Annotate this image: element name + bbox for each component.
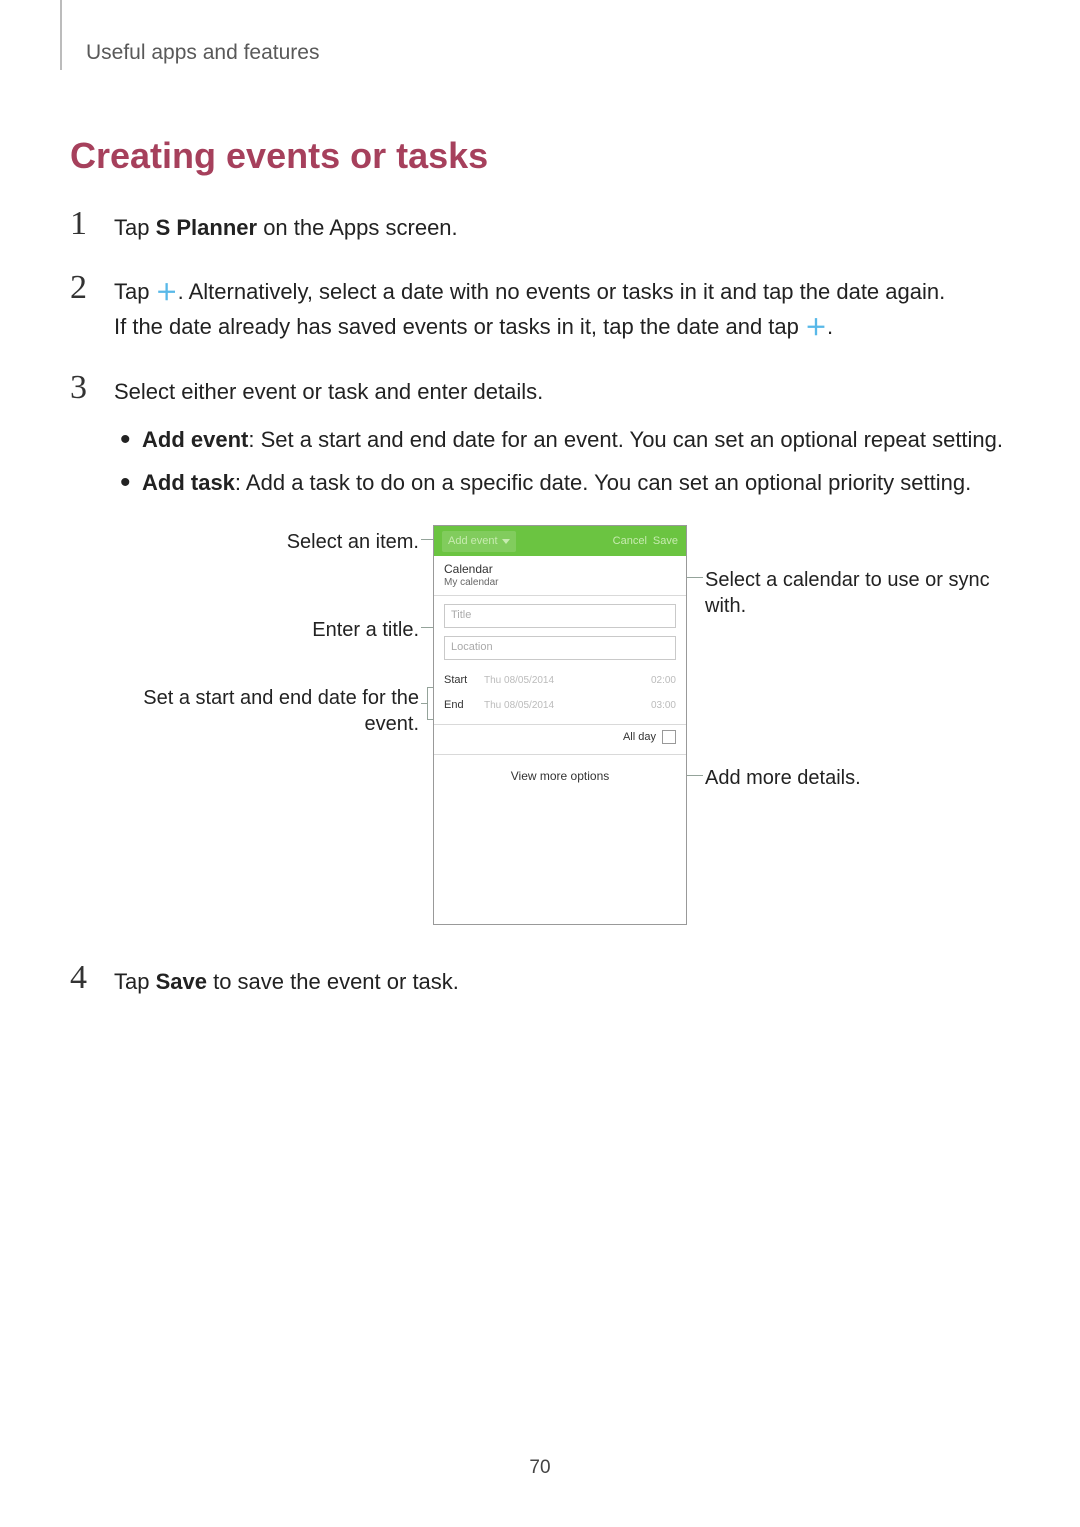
step-text: If the date already has saved events or … <box>114 314 805 339</box>
add-event-label: Add event <box>448 533 498 550</box>
bullet-item: Add event: Set a start and end date for … <box>114 423 1004 456</box>
callout-select-calendar: Select a calendar to use or sync with. <box>705 567 1025 619</box>
date-section: Start Thu 08/05/2014 02:00 End Thu 08/05… <box>434 668 686 725</box>
step-number: 1 <box>70 207 114 241</box>
step-item: 1 Tap S Planner on the Apps screen. <box>70 211 1004 245</box>
calendar-label: Calendar <box>444 562 676 576</box>
page-side-rule <box>60 0 62 70</box>
chevron-down-icon <box>502 539 510 544</box>
location-placeholder: Location <box>451 639 493 656</box>
leader-line <box>421 627 433 628</box>
all-day-row[interactable]: All day <box>434 725 686 755</box>
step-text: Tap <box>114 279 156 304</box>
title-input[interactable]: Title <box>444 604 676 628</box>
step-number: 4 <box>70 961 114 995</box>
start-time: 02:00 <box>651 673 676 689</box>
add-event-dropdown[interactable]: Add event <box>442 531 516 552</box>
bullet-text: : Add a task to do on a specific date. Y… <box>235 470 971 495</box>
end-row[interactable]: End Thu 08/05/2014 03:00 <box>434 693 686 718</box>
step-body: Tap S Planner on the Apps screen. <box>114 211 1004 245</box>
callout-start-end: Set a start and end date for the event. <box>109 685 419 737</box>
step-text: on the Apps screen. <box>257 215 458 240</box>
step-text: . Alternatively, select a date with no e… <box>178 279 946 304</box>
title-placeholder: Title <box>451 607 471 624</box>
phone-header: Add event Cancel Save <box>434 526 686 556</box>
start-label: Start <box>444 672 484 689</box>
bullet-bold: Add event <box>142 427 248 452</box>
step-text: to save the event or task. <box>207 969 459 994</box>
all-day-label: All day <box>623 729 656 746</box>
end-label: End <box>444 697 484 714</box>
step-item: 3 Select either event or task and enter … <box>70 375 1004 935</box>
start-date: Thu 08/05/2014 <box>484 673 651 689</box>
leader-line <box>421 703 427 704</box>
end-time: 03:00 <box>651 698 676 714</box>
location-input[interactable]: Location <box>444 636 676 660</box>
step-text: Select either event or task and enter de… <box>114 379 543 404</box>
section-heading: Creating events or tasks <box>70 135 1004 177</box>
callout-add-more: Add more details. <box>705 765 965 791</box>
all-day-checkbox[interactable] <box>662 730 676 744</box>
step-number: 3 <box>70 371 114 405</box>
bullet-text: : Set a start and end date for an event.… <box>248 427 1003 452</box>
bullet-bold: Add task <box>142 470 235 495</box>
plus-icon: ＋ <box>156 276 178 310</box>
step-bold: S Planner <box>156 215 257 240</box>
breadcrumb: Useful apps and features <box>86 41 1004 65</box>
step-bold: Save <box>156 969 207 994</box>
step-item: 4 Tap Save to save the event or task. <box>70 965 1004 999</box>
bullet-list: Add event: Set a start and end date for … <box>114 423 1004 499</box>
step-item: 2 Tap ＋. Alternatively, select a date wi… <box>70 275 1004 345</box>
plus-icon: ＋ <box>805 311 827 345</box>
callout-enter-title: Enter a title. <box>149 617 419 643</box>
diagram: Select an item. Enter a title. Set a sta… <box>169 525 949 935</box>
steps-list: 1 Tap S Planner on the Apps screen. 2 Ta… <box>70 211 1004 999</box>
step-number: 2 <box>70 271 114 305</box>
calendar-value: My calendar <box>444 577 676 589</box>
view-more-button[interactable]: View more options <box>434 755 686 798</box>
calendar-selector[interactable]: Calendar My calendar <box>434 556 686 595</box>
bracket-line <box>427 687 428 719</box>
step-text: Tap <box>114 969 156 994</box>
step-body: Select either event or task and enter de… <box>114 375 1004 935</box>
callout-select-item: Select an item. <box>149 529 419 555</box>
start-row[interactable]: Start Thu 08/05/2014 02:00 <box>434 668 686 693</box>
phone-mockup: Add event Cancel Save Calendar My calend… <box>433 525 687 925</box>
step-text: . <box>827 314 833 339</box>
end-date: Thu 08/05/2014 <box>484 698 651 714</box>
leader-line <box>687 577 703 578</box>
bullet-item: Add task: Add a task to do on a specific… <box>114 466 1004 499</box>
save-button[interactable]: Save <box>653 533 678 550</box>
step-text: Tap <box>114 215 156 240</box>
step-body: Tap ＋. Alternatively, select a date with… <box>114 275 1004 345</box>
page-number: 70 <box>0 1457 1080 1479</box>
step-body: Tap Save to save the event or task. <box>114 965 1004 999</box>
leader-line <box>421 539 433 540</box>
cancel-button[interactable]: Cancel <box>613 533 647 550</box>
